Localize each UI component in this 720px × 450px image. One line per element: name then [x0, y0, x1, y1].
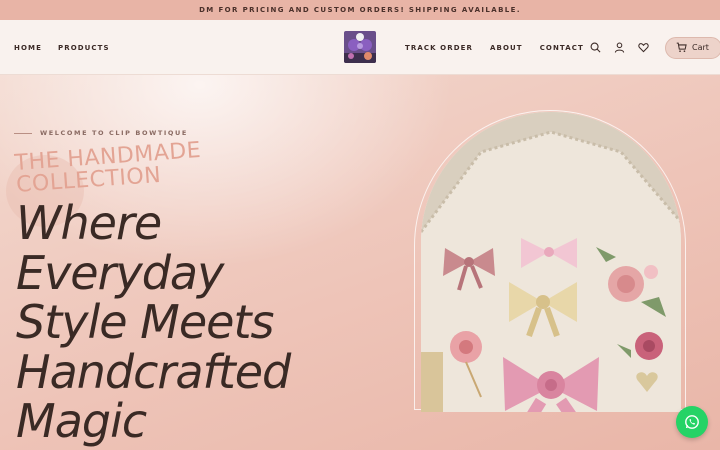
- whatsapp-chat-button[interactable]: [676, 406, 708, 438]
- account-icon[interactable]: [612, 40, 627, 55]
- eyebrow-text: WELCOME TO CLIP BOWTIQUE: [40, 129, 188, 137]
- nav-home[interactable]: HOME: [14, 44, 42, 52]
- hero-headline: Where Everyday Style Meets Handcrafted M…: [16, 196, 291, 448]
- headline-line: Style Meets: [16, 295, 274, 349]
- nav-about[interactable]: ABOUT: [490, 44, 523, 52]
- hero-subtitle: THE HANDMADE COLLECTION: [14, 138, 203, 198]
- cart-icon: [676, 42, 687, 53]
- headline-line: Where: [16, 196, 162, 250]
- nav-track-order[interactable]: TRACK ORDER: [405, 44, 473, 52]
- nav-products[interactable]: PRODUCTS: [58, 44, 110, 52]
- announcement-text: DM FOR PRICING AND CUSTOM ORDERS! SHIPPI…: [199, 6, 521, 14]
- site-header: HOME PRODUCTS TRACK ORDER ABOUT CONTACT: [0, 20, 720, 75]
- announcement-bar: DM FOR PRICING AND CUSTOM ORDERS! SHIPPI…: [0, 0, 720, 20]
- eyebrow-divider: [14, 132, 32, 134]
- headline-line: Magic: [16, 394, 147, 448]
- cart-label: Cart: [692, 43, 709, 52]
- site-logo[interactable]: [344, 31, 376, 63]
- nav-right: TRACK ORDER ABOUT CONTACT: [405, 20, 584, 75]
- hero-eyebrow: WELCOME TO CLIP BOWTIQUE: [14, 129, 188, 137]
- headline-line: Everyday: [16, 245, 224, 300]
- hero-product-image: [421, 112, 681, 412]
- nav-left: HOME PRODUCTS: [14, 20, 110, 75]
- heart-icon[interactable]: [636, 40, 651, 55]
- search-icon[interactable]: [588, 40, 603, 55]
- nav-contact[interactable]: CONTACT: [540, 44, 584, 52]
- headline-line: Handcrafted: [16, 344, 291, 399]
- cart-button[interactable]: Cart: [665, 36, 720, 59]
- whatsapp-icon: [684, 414, 700, 430]
- header-icons: Cart: [588, 20, 720, 75]
